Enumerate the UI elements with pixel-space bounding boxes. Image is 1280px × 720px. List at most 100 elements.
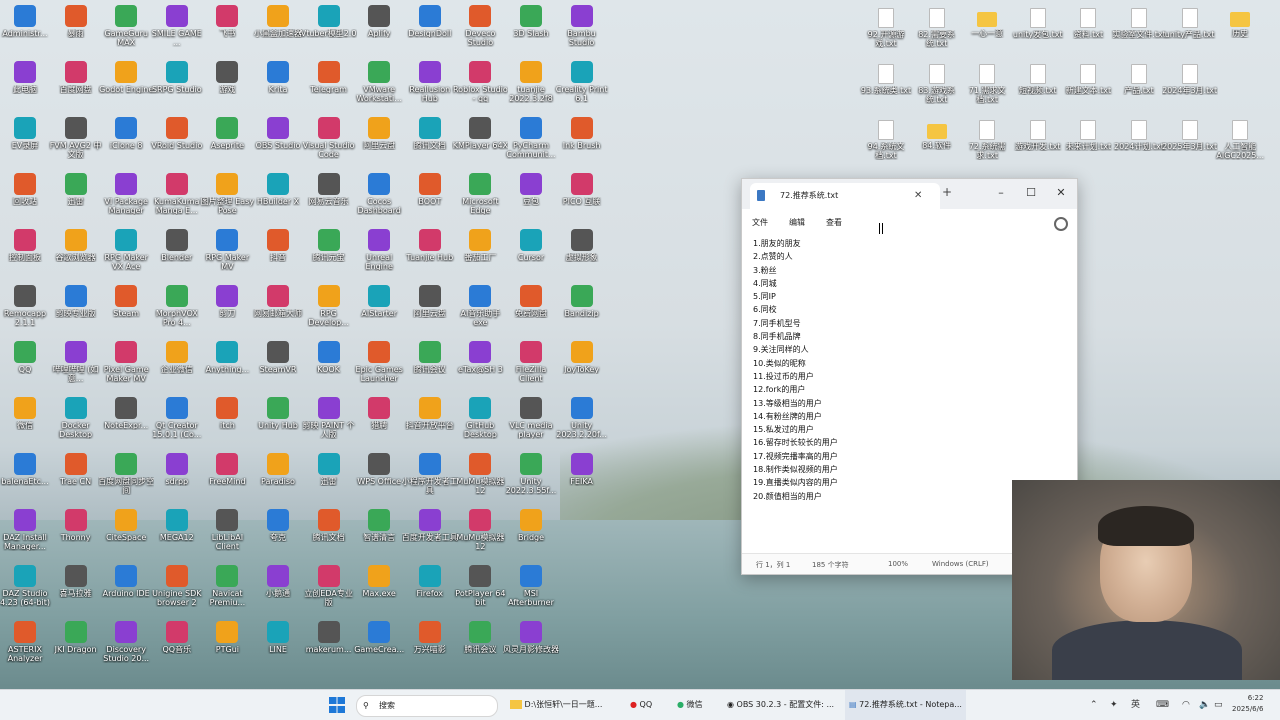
desktop-icon[interactable]: Tuanjie Hub	[402, 229, 458, 262]
desktop-file-icon[interactable]: 实验室文件.txt	[1111, 8, 1167, 39]
desktop-icon[interactable]: FEIKA	[554, 453, 610, 486]
desktop-icon[interactable]: SMILE GAME ...	[149, 5, 205, 47]
desktop-icon[interactable]: 飞书	[199, 5, 255, 38]
desktop-icon[interactable]: Bridge	[503, 509, 559, 542]
desktop-icon[interactable]: 暴雨	[48, 5, 104, 38]
desktop-icon[interactable]: Thonny	[48, 509, 104, 542]
desktop-icon[interactable]: Cursor	[503, 229, 559, 262]
desktop-icon[interactable]: Reallusion Hub	[402, 61, 458, 103]
taskbar-obs[interactable]: ◉ OBS 30.2.3 - 配置文件: ...	[727, 690, 834, 720]
desktop-icon[interactable]: 控制面板	[0, 229, 53, 262]
menu-file[interactable]: 文件	[752, 217, 768, 228]
desktop-icon[interactable]: Telegram	[301, 61, 357, 94]
desktop-file-icon[interactable]: 83.游戏系统.txt	[909, 64, 965, 104]
desktop-icon[interactable]: Navicat Premiu...	[199, 565, 255, 607]
settings-gear-icon[interactable]	[1054, 217, 1068, 231]
close-icon[interactable]: ✕	[1047, 183, 1075, 203]
desktop-icon[interactable]: 阿里云盘	[351, 117, 407, 150]
desktop-icon[interactable]: 剪映专业版	[48, 285, 104, 318]
desktop-icon[interactable]: FreeMind	[199, 453, 255, 486]
desktop-icon[interactable]: 猎聘	[351, 397, 407, 430]
desktop-icon[interactable]: SRPG Studio	[149, 61, 205, 94]
menu-edit[interactable]: 编辑	[789, 217, 805, 228]
desktop-icon[interactable]: Firefox	[402, 565, 458, 598]
desktop-icon[interactable]: OBS Studio	[250, 117, 306, 150]
desktop-icon[interactable]: DAZ Install Manager...	[0, 509, 53, 551]
desktop-icon[interactable]: 腾讯文档	[301, 509, 357, 542]
desktop-icon[interactable]: BOOT	[402, 173, 458, 206]
desktop-icon[interactable]: 迅雷	[301, 453, 357, 486]
desktop-icon[interactable]: 微信	[0, 397, 53, 430]
desktop-icon[interactable]: RPG Develop...	[301, 285, 357, 327]
maximize-icon[interactable]: ☐	[1017, 183, 1045, 203]
desktop-icon[interactable]: 豆包	[503, 173, 559, 206]
desktop-icon[interactable]: VLC media player	[503, 397, 559, 439]
desktop-file-icon[interactable]: 资料.txt	[1060, 8, 1116, 39]
desktop-icon[interactable]: Steam	[98, 285, 154, 318]
desktop-icon[interactable]: 迅雷	[48, 173, 104, 206]
desktop-icon[interactable]: Max.exe	[351, 565, 407, 598]
desktop-file-icon[interactable]: 2025年3月.txt	[1162, 120, 1218, 151]
desktop-file-icon[interactable]: 游戏开发.txt	[1010, 120, 1066, 151]
desktop-file-icon[interactable]: 82.需要系统.txt	[909, 8, 965, 48]
desktop-icon[interactable]: 夸克	[250, 509, 306, 542]
desktop-icon[interactable]: eTax@SH 3	[452, 341, 508, 374]
desktop-icon[interactable]: Roblox Studio - qq	[452, 61, 508, 103]
desktop-icon[interactable]: 万兴喵影	[402, 621, 458, 654]
desktop-icon[interactable]: DesignDoll	[402, 5, 458, 38]
desktop-icon[interactable]: Creality Print 6.1	[554, 61, 610, 103]
start-button-icon[interactable]	[329, 697, 345, 713]
desktop-icon[interactable]: Unity 2022.3.55f...	[503, 453, 559, 495]
desktop-icon[interactable]: Discovery Studio 20...	[98, 621, 154, 663]
desktop-icon[interactable]: 抖音开放平台	[402, 397, 458, 430]
desktop-icon[interactable]: Bandizip	[554, 285, 610, 318]
desktop-icon[interactable]: QQ	[0, 341, 53, 374]
desktop-icon[interactable]: GameCrea...	[351, 621, 407, 654]
desktop-icon[interactable]: Qt Creator 15.0.1 (Co...	[149, 397, 205, 439]
desktop-icon[interactable]: KMPlayer 64X	[452, 117, 508, 150]
desktop-icon[interactable]: Aseprite	[199, 117, 255, 150]
desktop-icon[interactable]: Krita	[250, 61, 306, 94]
desktop-icon[interactable]: VRoid Studio	[149, 117, 205, 150]
desktop-icon[interactable]: VMware Workstati...	[351, 61, 407, 103]
desktop-icon[interactable]: iClone 8	[98, 117, 154, 150]
desktop-icon[interactable]: itch	[199, 397, 255, 430]
taskbar-explorer[interactable]: D:\张恒轩\一日一题...	[510, 690, 602, 720]
desktop-icon[interactable]: CiteSpace	[98, 509, 154, 542]
desktop-file-icon[interactable]: 产品.txt	[1111, 64, 1167, 95]
desktop-icon[interactable]: WPS Office	[351, 453, 407, 486]
desktop-file-icon[interactable]: 2024计划.txt	[1111, 120, 1167, 151]
desktop-icon[interactable]: 网易邮箱大师	[250, 285, 306, 318]
desktop-icon[interactable]: QQ音乐	[149, 621, 205, 654]
tray-app-icon[interactable]: ✦	[1110, 690, 1118, 720]
desktop-icon[interactable]: GameGuru MAX	[98, 5, 154, 47]
desktop-icon[interactable]: LibLibAI Client	[199, 509, 255, 551]
new-tab-icon[interactable]: +	[942, 185, 952, 199]
desktop-icon[interactable]: HBuilder X	[250, 173, 306, 206]
desktop-icon[interactable]: Cocos Dashboard	[351, 173, 407, 215]
desktop-icon[interactable]: 小鹅通	[250, 565, 306, 598]
desktop-icon[interactable]: 智谱清言	[351, 509, 407, 542]
desktop-file-icon[interactable]: 人工智能AIGC2025...	[1212, 120, 1268, 160]
desktop-file-icon[interactable]: 未来计划.txt	[1060, 120, 1116, 151]
desktop-icon[interactable]: 企业微信	[149, 341, 205, 374]
desktop-file-icon[interactable]: 92.开源游戏.txt	[858, 8, 914, 48]
desktop-icon[interactable]: makerum...	[301, 621, 357, 654]
desktop-icon[interactable]: SteamVR	[250, 341, 306, 374]
ime-indicator[interactable]: 英	[1131, 690, 1140, 720]
desktop-icon[interactable]: DAZ Studio 4.23 (64-bit)	[0, 565, 53, 607]
desktop-icon[interactable]: 阿里云盘	[402, 285, 458, 318]
desktop-icon[interactable]: Unigine SDK browser 2	[149, 565, 205, 607]
desktop-file-icon[interactable]: 71.需求文档.txt	[959, 64, 1015, 104]
desktop-icon[interactable]: Pixel Game Maker MV	[98, 341, 154, 383]
desktop-icon[interactable]: 回收站	[0, 173, 53, 206]
desktop-icon[interactable]: Arduino IDE	[98, 565, 154, 598]
desktop-icon[interactable]: balenaEtc...	[0, 453, 53, 486]
desktop-icon[interactable]: KumaKuma Manga E...	[149, 173, 205, 215]
desktop-icon[interactable]: Microsoft Edge	[452, 173, 508, 215]
desktop-icon[interactable]: Blender	[149, 229, 205, 262]
keyboard-icon[interactable]: ⌨	[1156, 690, 1169, 720]
desktop-icon[interactable]: EV录屏	[0, 117, 53, 150]
desktop-icon[interactable]: ASTERIX Analyzer	[0, 621, 53, 663]
desktop-icon[interactable]: Bambu Studio	[554, 5, 610, 47]
